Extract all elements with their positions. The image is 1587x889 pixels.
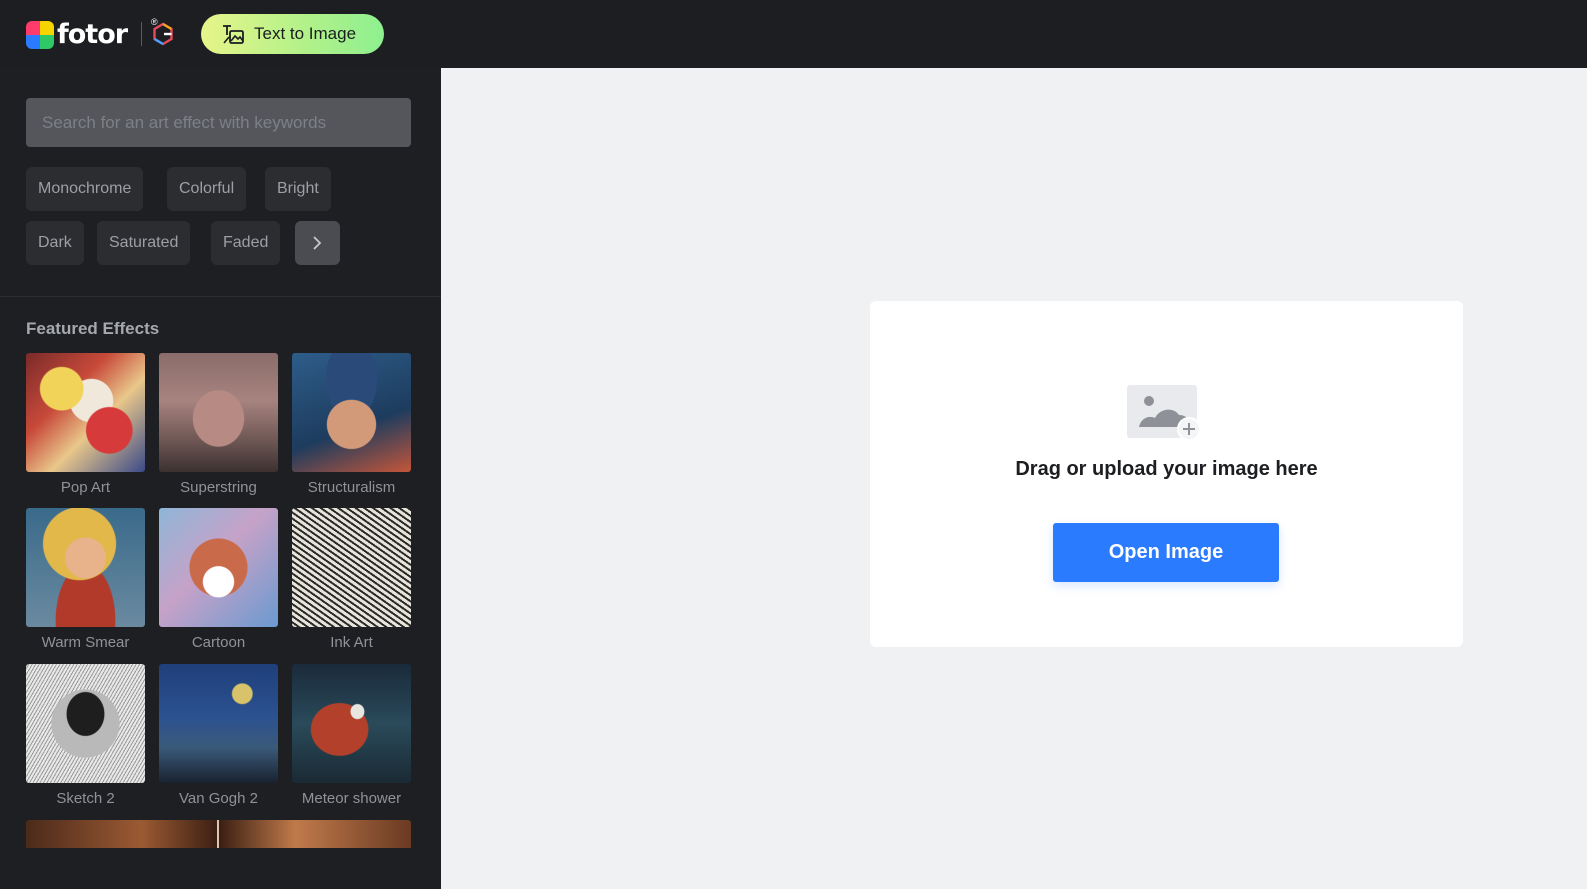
g-brand-icon[interactable] [151, 22, 175, 46]
image-upload-icon [1127, 385, 1201, 441]
more-chips-button[interactable] [295, 221, 340, 265]
effect-ink-art[interactable]: Ink Art [292, 508, 411, 651]
partial-effect-thumbnail[interactable] [26, 820, 411, 848]
effect-thumbnail [26, 664, 145, 783]
fotor-logo-icon [26, 21, 54, 49]
effect-meteor-shower[interactable]: Meteor shower [292, 664, 411, 807]
effect-label: Superstring [180, 479, 257, 496]
upload-instructions: Drag or upload your image here [1015, 458, 1318, 480]
chip-saturated[interactable]: Saturated [97, 221, 191, 265]
effect-structuralism[interactable]: Structuralism [292, 353, 411, 496]
chip-bright[interactable]: Bright [265, 167, 331, 211]
chip-monochrome[interactable]: Monochrome [26, 167, 144, 211]
effect-van-gogh-2[interactable]: Van Gogh 2 [159, 664, 278, 807]
effect-label: Warm Smear [41, 634, 130, 651]
chip-dark[interactable]: Dark [26, 221, 84, 265]
effect-thumbnail [292, 508, 411, 627]
featured-effects-title: Featured Effects [26, 319, 160, 338]
effect-thumbnail [292, 353, 411, 472]
sidebar-divider [0, 296, 441, 297]
fotor-logo[interactable]: fotor ® [26, 17, 158, 50]
text-to-image-icon [223, 25, 244, 44]
text-to-image-label: Text to Image [254, 24, 357, 43]
search-placeholder: Search for an art effect with keywords [42, 113, 327, 132]
text-to-image-button[interactable]: Text to Image [201, 14, 384, 54]
open-image-button[interactable]: Open Image [1053, 523, 1279, 582]
effect-label: Structuralism [307, 479, 396, 496]
effect-warm-smear[interactable]: Warm Smear [26, 508, 145, 651]
effect-search-input[interactable]: Search for an art effect with keywords [26, 98, 411, 147]
chevron-right-icon [313, 236, 322, 250]
effect-pop-art[interactable]: Pop Art [26, 353, 145, 496]
effect-superstring[interactable]: Superstring [159, 353, 278, 496]
effect-label: Cartoon [191, 634, 246, 651]
effect-thumbnail [292, 664, 411, 783]
effect-label: Van Gogh 2 [179, 790, 258, 807]
effect-cartoon[interactable]: Cartoon [159, 508, 278, 651]
effect-label: Pop Art [60, 479, 111, 496]
upload-drop-zone[interactable]: Drag or upload your image here Open Imag… [870, 301, 1463, 647]
effect-thumbnail [26, 508, 145, 627]
top-bar: fotor ® Text to Image [0, 0, 1587, 68]
effects-sidebar: Search for an art effect with keywords M… [0, 68, 441, 889]
main-canvas-area: Drag or upload your image here Open Imag… [441, 68, 1587, 889]
effect-thumbnail [159, 664, 278, 783]
effect-sketch-2[interactable]: Sketch 2 [26, 664, 145, 807]
chip-colorful[interactable]: Colorful [167, 167, 247, 211]
logo-divider [141, 22, 142, 46]
chip-faded[interactable]: Faded [211, 221, 281, 265]
effect-label: Meteor shower [301, 790, 402, 807]
effect-label: Sketch 2 [56, 790, 115, 807]
effect-thumbnail [159, 508, 278, 627]
effect-thumbnail [26, 353, 145, 472]
logo-text: fotor [57, 19, 128, 50]
effect-label: Ink Art [330, 634, 373, 651]
effect-thumbnail [159, 353, 278, 472]
